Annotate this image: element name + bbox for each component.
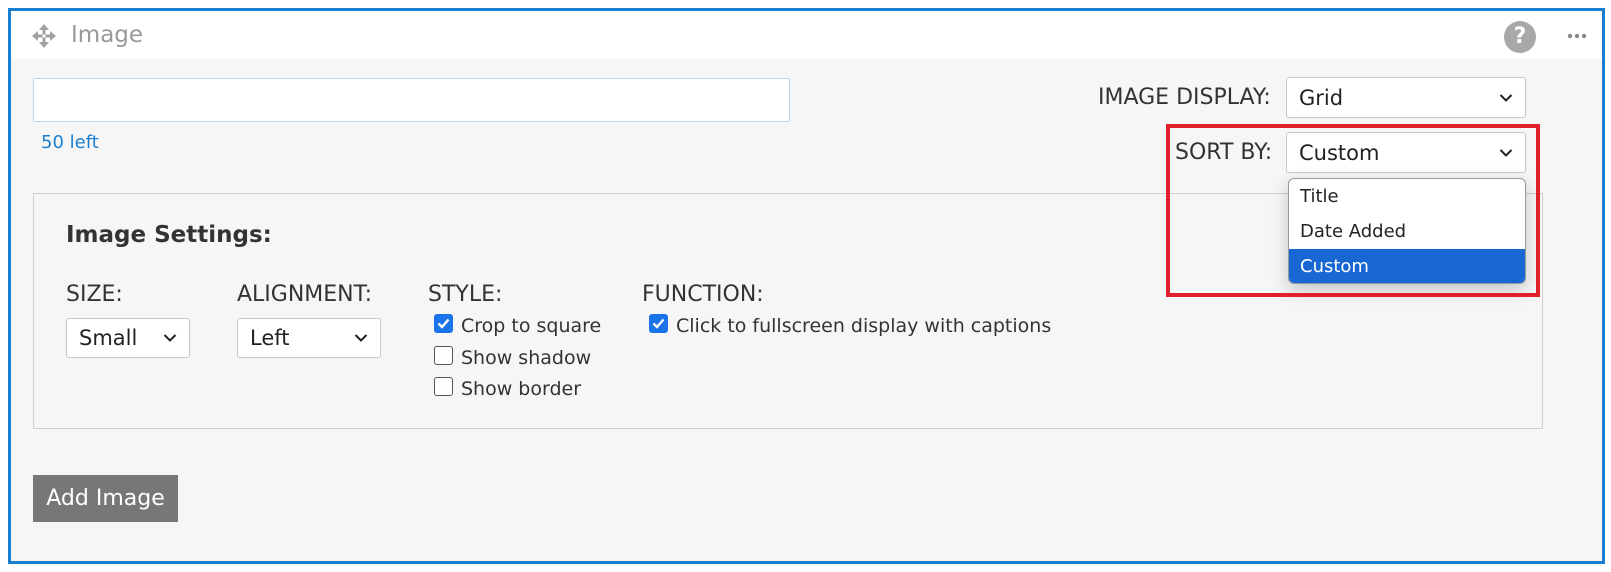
add-image-button[interactable]: Add Image: [33, 475, 178, 522]
show-shadow-option[interactable]: Show shadow: [434, 345, 592, 369]
checkmark-icon: [652, 318, 665, 329]
panel-header: Image ?: [11, 11, 1602, 59]
show-shadow-checkbox[interactable]: [434, 345, 453, 365]
caption-input[interactable]: [33, 78, 790, 122]
alignment-label: ALIGNMENT:: [237, 282, 373, 307]
alignment-select[interactable]: Left: [237, 318, 381, 358]
image-display-value: Grid: [1299, 85, 1344, 110]
checkmark-icon: [437, 318, 450, 329]
fullscreen-captions-checkbox[interactable]: [649, 313, 668, 333]
show-shadow-label: Show shadow: [461, 347, 592, 369]
image-display-label: IMAGE DISPLAY:: [1098, 85, 1271, 110]
fullscreen-captions-label: Click to fullscreen display with caption…: [676, 315, 1052, 337]
style-label: STYLE:: [428, 282, 503, 307]
move-icon[interactable]: [31, 23, 57, 49]
fullscreen-captions-option[interactable]: Click to fullscreen display with caption…: [649, 313, 1052, 337]
chevron-down-icon: [163, 334, 177, 342]
character-counter: 50 left: [41, 132, 99, 153]
size-select[interactable]: Small: [66, 318, 190, 358]
crop-to-square-option[interactable]: Crop to square: [434, 313, 602, 337]
chevron-down-icon: [1499, 93, 1513, 102]
highlight-annotation: [1166, 124, 1540, 297]
size-label: SIZE:: [66, 282, 123, 307]
crop-to-square-label: Crop to square: [461, 315, 602, 337]
function-label: FUNCTION:: [642, 282, 764, 307]
image-display-select[interactable]: Grid: [1286, 77, 1526, 118]
help-icon[interactable]: ?: [1504, 21, 1536, 53]
image-block-panel: Image ? 50 left IMAGE DISPLAY: Grid SORT…: [8, 8, 1605, 564]
more-options-icon[interactable]: [1566, 25, 1588, 47]
chevron-down-icon: [354, 334, 368, 342]
show-border-option[interactable]: Show border: [434, 376, 582, 400]
size-value: Small: [79, 326, 138, 350]
crop-to-square-checkbox[interactable]: [434, 313, 453, 333]
show-border-label: Show border: [461, 378, 582, 400]
image-settings-title: Image Settings:: [66, 222, 272, 248]
show-border-checkbox[interactable]: [434, 376, 453, 396]
alignment-value: Left: [250, 326, 290, 350]
panel-title: Image: [71, 22, 144, 48]
